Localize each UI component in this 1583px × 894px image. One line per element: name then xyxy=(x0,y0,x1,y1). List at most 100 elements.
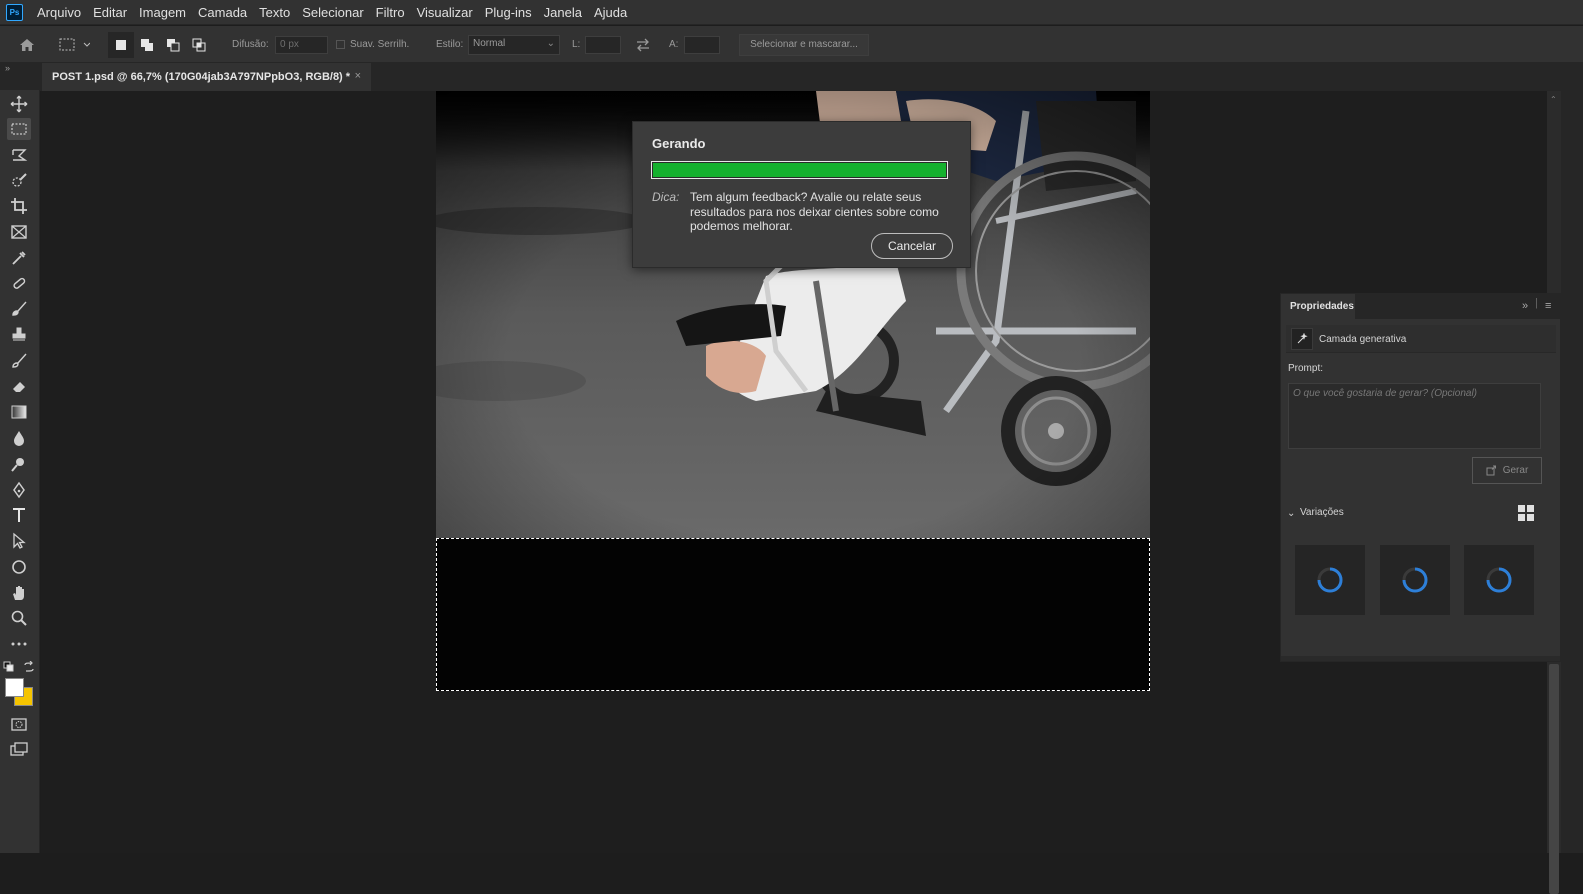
style-select[interactable]: Normal ⌄ xyxy=(468,35,560,55)
panel-dock xyxy=(1561,91,1583,853)
panel-menu-icon[interactable]: ≡ xyxy=(1545,300,1551,312)
dialog-title: Gerando xyxy=(652,136,706,151)
progress-bar xyxy=(651,161,948,179)
menu-bar: Ps Arquivo Editar Imagem Camada Texto Se… xyxy=(0,0,1583,25)
home-icon[interactable] xyxy=(18,26,36,63)
history-brush-icon[interactable] xyxy=(7,350,31,372)
style-label: Estilo: xyxy=(436,39,464,50)
panel-footer xyxy=(1281,656,1560,661)
height-label: A: xyxy=(669,39,679,50)
marquee-icon[interactable] xyxy=(7,118,31,140)
properties-panel: Propriedades » | ≡ Camada generativa Pro… xyxy=(1280,293,1561,662)
progress-fill xyxy=(653,163,946,177)
feather-label: Difusão: xyxy=(232,39,269,50)
photoshop-logo: Ps xyxy=(6,3,23,21)
layer-type-label: Camada generativa xyxy=(1319,334,1407,345)
tools-panel xyxy=(0,90,40,853)
default-colors-icon[interactable] xyxy=(3,660,15,678)
height-input[interactable] xyxy=(684,36,720,54)
marquee-selection[interactable] xyxy=(436,538,1150,691)
variation-thumbnail[interactable] xyxy=(1295,545,1365,615)
swap-icon[interactable] xyxy=(635,26,651,63)
lasso-icon[interactable] xyxy=(7,144,31,166)
loading-spinner-icon xyxy=(1317,567,1343,593)
prompt-label: Prompt: xyxy=(1288,363,1324,374)
menu-ajuda[interactable]: Ajuda xyxy=(588,0,633,25)
menu-plugins[interactable]: Plug-ins xyxy=(479,0,538,25)
menu-selecionar[interactable]: Selecionar xyxy=(296,0,369,25)
document-tab[interactable]: POST 1.psd @ 66,7% (170G04jab3A797NPpbO3… xyxy=(42,63,371,91)
loading-spinner-icon xyxy=(1402,567,1428,593)
crop-icon[interactable] xyxy=(7,195,31,217)
loading-spinner-icon xyxy=(1486,567,1512,593)
chevron-down-icon: ⌄ xyxy=(546,38,555,49)
marquee-preset-icon[interactable] xyxy=(58,26,90,63)
document-tab-title: POST 1.psd @ 66,7% (170G04jab3A797NPpbO3… xyxy=(52,71,351,83)
select-and-mask-button[interactable]: Selecionar e mascarar... xyxy=(739,34,869,56)
cancel-button[interactable]: Cancelar xyxy=(871,233,953,259)
layer-type-row: Camada generativa xyxy=(1286,325,1556,353)
menu-janela[interactable]: Janela xyxy=(538,0,588,25)
variations-label[interactable]: Variações xyxy=(1300,507,1344,518)
hand-icon[interactable] xyxy=(7,582,31,604)
menu-texto[interactable]: Texto xyxy=(253,0,296,25)
variation-thumbnail[interactable] xyxy=(1464,545,1534,615)
stamp-icon[interactable] xyxy=(7,324,31,346)
scroll-up-icon[interactable]: ⌃ xyxy=(1550,95,1557,104)
menu-camada[interactable]: Camada xyxy=(192,0,253,25)
menu-imagem[interactable]: Imagem xyxy=(133,0,192,25)
new-selection-icon[interactable] xyxy=(108,32,134,58)
dodge-icon[interactable] xyxy=(7,453,31,475)
menu-editar[interactable]: Editar xyxy=(87,0,133,25)
variation-thumbnail[interactable] xyxy=(1380,545,1450,615)
healing-icon[interactable] xyxy=(7,272,31,294)
scrollbar-thumb[interactable] xyxy=(1549,664,1559,894)
eyedropper-icon[interactable] xyxy=(7,247,31,269)
collapse-panel-icon[interactable]: » xyxy=(1522,300,1528,312)
path-select-icon[interactable] xyxy=(7,530,31,552)
type-icon[interactable] xyxy=(7,504,31,526)
panel-divider: | xyxy=(1535,297,1538,309)
new-selection-square xyxy=(116,40,126,50)
antialias-box xyxy=(336,40,345,49)
quick-select-icon[interactable] xyxy=(7,170,31,192)
generate-button[interactable]: Gerar xyxy=(1472,457,1542,484)
subtract-selection-icon[interactable] xyxy=(166,26,180,63)
foreground-color-swatch[interactable] xyxy=(5,678,24,697)
chevron-down-icon[interactable]: ⌄ xyxy=(1287,508,1295,519)
style-value: Normal xyxy=(473,38,506,49)
ellipse-icon[interactable] xyxy=(7,556,31,578)
zoom-icon[interactable] xyxy=(7,607,31,629)
menu-arquivo[interactable]: Arquivo xyxy=(31,0,87,25)
antialias-checkbox[interactable]: Suav. Serrilh. xyxy=(336,26,409,63)
brush-icon[interactable] xyxy=(7,298,31,320)
generate-label: Gerar xyxy=(1502,465,1529,476)
panel-collapse-icon[interactable]: » xyxy=(5,63,10,73)
properties-tab[interactable]: Propriedades xyxy=(1281,294,1355,319)
menu-filtro[interactable]: Filtro xyxy=(370,0,411,25)
options-bar: Difusão: 0 px Suav. Serrilh. Estilo: Nor… xyxy=(0,26,1583,63)
properties-header: Propriedades » | ≡ xyxy=(1281,294,1560,319)
menu-visualizar[interactable]: Visualizar xyxy=(411,0,479,25)
screen-mode-icon[interactable] xyxy=(7,739,31,761)
intersect-selection-icon[interactable] xyxy=(192,26,206,63)
width-label: L: xyxy=(572,39,581,50)
feather-input[interactable]: 0 px xyxy=(275,36,328,54)
close-icon[interactable]: × xyxy=(355,70,361,82)
more-icon[interactable] xyxy=(7,633,31,655)
move-icon[interactable] xyxy=(7,93,31,115)
quick-mask-icon[interactable] xyxy=(7,713,31,735)
swap-colors-icon[interactable] xyxy=(23,660,35,678)
antialias-label: Suav. Serrilh. xyxy=(350,39,410,50)
width-input[interactable] xyxy=(585,36,621,54)
add-selection-icon[interactable] xyxy=(140,26,154,63)
eraser-icon[interactable] xyxy=(7,375,31,397)
generating-dialog: Gerando Dica: Tem algum feedback? Avalie… xyxy=(632,121,971,268)
blur-icon[interactable] xyxy=(7,427,31,449)
pen-icon[interactable] xyxy=(7,479,31,501)
prompt-input[interactable]: O que você gostaria de gerar? (Opcional) xyxy=(1288,383,1541,449)
grid-view-icon[interactable] xyxy=(1518,505,1534,521)
frame-icon[interactable] xyxy=(7,221,31,243)
gradient-icon[interactable] xyxy=(7,401,31,423)
hint-label: Dica: xyxy=(652,190,680,204)
